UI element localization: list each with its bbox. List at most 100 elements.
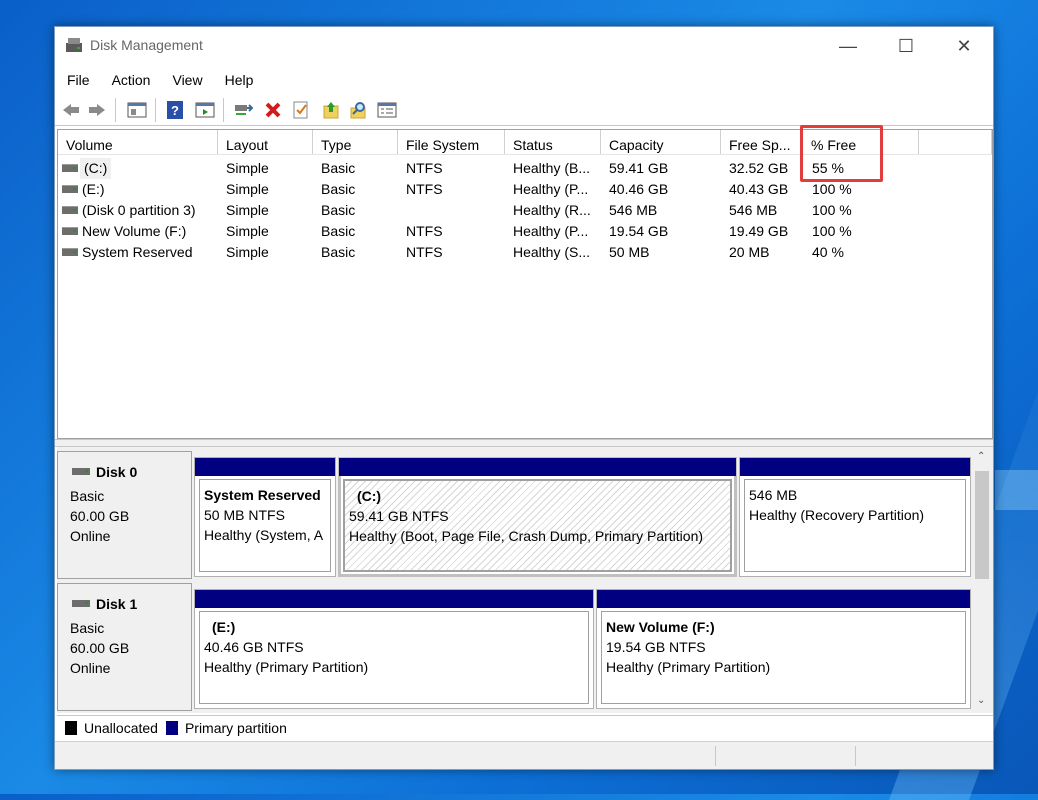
table-cell: NTFS bbox=[406, 223, 443, 239]
legend-swatch-primary bbox=[165, 721, 178, 735]
disk-state: Online bbox=[70, 528, 111, 544]
partition-title: (E:) bbox=[212, 619, 236, 635]
back-icon[interactable] bbox=[61, 100, 81, 120]
check-icon[interactable] bbox=[291, 100, 311, 120]
partition-status: Healthy (Primary Partition) bbox=[204, 659, 369, 675]
disk-0-label[interactable]: Disk 0 Basic 60.00 GB Online bbox=[57, 451, 192, 579]
menu-view[interactable]: View bbox=[160, 69, 212, 91]
partition-system-reserved[interactable]: System Reserved 50 MB NTFS Healthy (Syst… bbox=[194, 457, 336, 577]
table-cell: NTFS bbox=[406, 181, 443, 197]
partition-status: Healthy (Primary Partition) bbox=[606, 659, 771, 675]
status-separator bbox=[855, 746, 856, 766]
partition-color-bar bbox=[339, 458, 736, 476]
disk-management-icon bbox=[66, 38, 82, 52]
forward-icon[interactable] bbox=[87, 100, 107, 120]
status-bar bbox=[55, 741, 993, 769]
partition-color-bar bbox=[597, 590, 970, 608]
partition-size: 40.46 GB NTFS bbox=[204, 639, 304, 655]
table-cell: Simple bbox=[226, 244, 269, 260]
toolbar-separator bbox=[155, 98, 156, 122]
table-cell: 19.49 GB bbox=[729, 223, 789, 239]
disk-1-label[interactable]: Disk 1 Basic 60.00 GB Online bbox=[57, 583, 192, 711]
toolbar: ? bbox=[55, 93, 993, 126]
partition-status: Healthy (Boot, Page File, Crash Dump, Pr… bbox=[349, 528, 704, 544]
table-row[interactable]: New Volume (F:) Simple Basic NTFS Healthy (P… bbox=[58, 221, 992, 242]
partition-c[interactable]: (C:) 59.41 GB NTFS Healthy (Boot, Page F… bbox=[338, 457, 737, 577]
column-header[interactable]: Volume bbox=[58, 130, 218, 154]
disk-name: Disk 0 bbox=[96, 464, 138, 480]
minimize-button[interactable]: — bbox=[819, 27, 877, 65]
table-row[interactable]: (E:) Simple Basic NTFS Healthy (P... 40.46 GB… bbox=[58, 179, 992, 200]
maximize-button[interactable]: ☐ bbox=[877, 27, 935, 65]
table-cell: Basic bbox=[321, 244, 356, 260]
toolbar-separator bbox=[115, 98, 116, 122]
column-header[interactable]: Free Sp... bbox=[721, 130, 803, 154]
table-cell: Simple bbox=[226, 202, 269, 218]
help-icon[interactable]: ? bbox=[165, 100, 185, 120]
scroll-up-icon[interactable]: ⌃ bbox=[977, 451, 985, 462]
table-cell: Simple bbox=[226, 223, 269, 239]
volume-drive-icon bbox=[62, 227, 78, 235]
legend-label-unallocated: Unallocated bbox=[84, 720, 158, 736]
table-cell: Basic bbox=[321, 181, 356, 197]
table-cell: Basic bbox=[321, 223, 356, 239]
connect-icon[interactable] bbox=[233, 100, 253, 120]
disk-type: Basic bbox=[70, 620, 105, 636]
settings-list-icon[interactable] bbox=[377, 100, 397, 120]
menu-action[interactable]: Action bbox=[100, 69, 161, 91]
table-cell: (C:) bbox=[80, 158, 112, 179]
table-cell: 50 MB bbox=[609, 244, 650, 260]
console-view-icon[interactable] bbox=[195, 100, 215, 120]
volume-drive-icon bbox=[62, 248, 78, 256]
delete-icon[interactable] bbox=[263, 100, 283, 120]
disk-name: Disk 1 bbox=[96, 596, 138, 612]
partition-f[interactable]: New Volume (F:) 19.54 GB NTFS Healthy (P… bbox=[596, 589, 971, 709]
column-header[interactable]: Layout bbox=[218, 130, 313, 154]
pane-splitter[interactable] bbox=[55, 439, 993, 447]
partition-e[interactable]: (E:) 40.46 GB NTFS Healthy (Primary Part… bbox=[194, 589, 594, 709]
scroll-down-icon[interactable]: ⌄ bbox=[977, 695, 985, 706]
column-header[interactable]: Capacity bbox=[601, 130, 721, 154]
scroll-thumb[interactable] bbox=[975, 471, 989, 579]
table-cell: Basic bbox=[321, 202, 356, 218]
close-button[interactable]: ✕ bbox=[935, 27, 993, 65]
partition-color-bar bbox=[740, 458, 970, 476]
table-cell: 32.52 GB bbox=[729, 160, 789, 176]
table-cell: 546 MB bbox=[729, 202, 778, 218]
table-cell: 100 % bbox=[812, 202, 852, 218]
menu-bar: File Action View Help bbox=[55, 69, 263, 91]
partition-recovery[interactable]: 546 MB Healthy (Recovery Partition) bbox=[739, 457, 971, 577]
partition-color-bar bbox=[195, 590, 593, 608]
disk-state: Online bbox=[70, 660, 111, 676]
menu-help[interactable]: Help bbox=[213, 69, 264, 91]
up-folder-icon[interactable] bbox=[321, 100, 341, 120]
column-header-empty bbox=[919, 130, 992, 154]
table-cell: 40 % bbox=[812, 244, 844, 260]
partition-size: 19.54 GB NTFS bbox=[606, 639, 706, 655]
table-cell: NTFS bbox=[406, 160, 443, 176]
table-cell: 19.54 GB bbox=[609, 223, 669, 239]
disk-type: Basic bbox=[70, 488, 105, 504]
table-cell: Simple bbox=[226, 181, 269, 197]
partition-status: Healthy (Recovery Partition) bbox=[749, 507, 925, 523]
column-header[interactable]: Status bbox=[505, 130, 601, 154]
table-cell: New Volume (F:) bbox=[82, 223, 187, 239]
table-cell: NTFS bbox=[406, 244, 443, 260]
search-icon[interactable] bbox=[349, 100, 369, 120]
table-row[interactable]: (Disk 0 partition 3) Simple Basic Healthy (… bbox=[58, 200, 992, 221]
properties-list-icon[interactable] bbox=[127, 100, 147, 120]
partition-size: 546 MB bbox=[749, 487, 798, 503]
menu-file[interactable]: File bbox=[55, 69, 100, 91]
table-cell: System Reserved bbox=[82, 244, 193, 260]
column-header[interactable]: File System bbox=[398, 130, 505, 154]
disk-map-pane: Disk 0 Basic 60.00 GB Online System Rese… bbox=[57, 447, 993, 713]
column-header[interactable]: Type bbox=[313, 130, 398, 154]
table-row[interactable]: System Reserved Simple Basic NTFS Healthy (S… bbox=[58, 242, 992, 263]
table-cell: (E:) bbox=[82, 181, 105, 197]
table-cell: 100 % bbox=[812, 181, 852, 197]
table-cell: Healthy (S... bbox=[513, 244, 591, 260]
disk-size: 60.00 GB bbox=[70, 508, 130, 524]
toolbar-separator bbox=[223, 98, 224, 122]
disk-pane-scrollbar[interactable]: ⌃ ⌄ bbox=[973, 447, 991, 713]
legend: Unallocated Primary partition bbox=[57, 715, 993, 740]
